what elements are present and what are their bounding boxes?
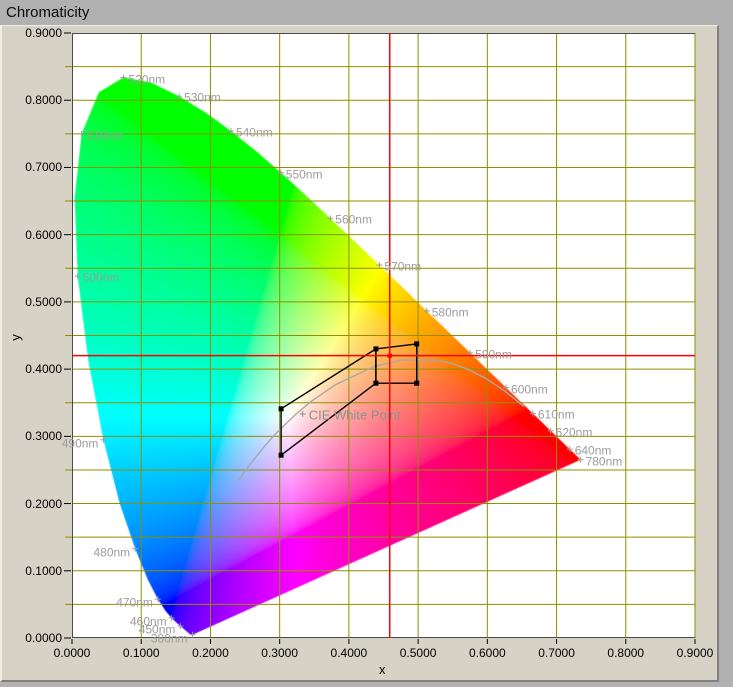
bin-vertex-handle[interactable] xyxy=(414,341,419,346)
wavelength-marker-icon xyxy=(169,615,175,621)
window-title: Chromaticity xyxy=(0,0,733,25)
wavelength-label: 500nm xyxy=(83,272,120,285)
wavelength-label: 590nm xyxy=(475,348,512,361)
wavelength-marker-icon xyxy=(79,131,85,137)
wavelength-label: 620nm xyxy=(556,426,593,439)
y-tick-label: 0.7000 xyxy=(2,160,62,174)
wavelength-label: 600nm xyxy=(511,383,548,396)
wavelength-marker-icon xyxy=(132,546,138,552)
wavelength-marker-icon xyxy=(100,437,106,443)
wavelength-label: 560nm xyxy=(335,214,372,227)
y-tick-label: 0.6000 xyxy=(2,228,62,242)
wavelength-marker-icon xyxy=(424,308,430,314)
wavelength-marker-icon xyxy=(177,623,183,629)
x-tick-label: 0.4000 xyxy=(317,646,381,660)
wavelength-label: 510nm xyxy=(87,129,124,142)
wavelength-marker-icon xyxy=(278,170,284,176)
wavelength-marker-icon xyxy=(120,75,126,81)
x-tick-label: 0.6000 xyxy=(455,646,519,660)
x-tick-label: 0.8000 xyxy=(594,646,658,660)
x-tick-label: 0.1000 xyxy=(109,646,173,660)
wavelength-label: 530nm xyxy=(184,92,221,105)
bin-vertex-handle[interactable] xyxy=(373,346,378,351)
bin-vertex-handle[interactable] xyxy=(414,381,419,386)
wavelength-label: 610nm xyxy=(538,409,575,422)
chromaticity-bin-region xyxy=(281,349,376,455)
bin-vertex-handle[interactable] xyxy=(279,406,284,411)
y-tick-label: 0.4000 xyxy=(2,362,62,376)
x-tick-label: 0.5000 xyxy=(386,646,450,660)
wavelength-label: 520nm xyxy=(128,73,165,86)
wavelength-marker-icon xyxy=(530,410,536,416)
x-tick-label: 0.7000 xyxy=(525,646,589,660)
wavelength-label: 480nm xyxy=(93,546,130,559)
bin-vertex-handle[interactable] xyxy=(373,381,378,386)
wavelength-marker-icon xyxy=(548,428,554,434)
bin-vertex-handle[interactable] xyxy=(279,453,284,458)
y-tick-label: 0.0000 xyxy=(2,631,62,645)
x-tick-label: 0.0000 xyxy=(40,646,104,660)
wavelength-marker-icon xyxy=(567,446,573,452)
plot-overlay xyxy=(72,33,695,638)
wavelength-label: 460nm xyxy=(130,616,167,629)
wavelength-marker-icon xyxy=(155,596,161,602)
y-tick-label: 0.1000 xyxy=(2,564,62,578)
wavelength-marker-icon xyxy=(190,632,196,638)
y-tick-label: 0.8000 xyxy=(2,93,62,107)
chromaticity-window: Chromaticity 380nm450nm460nm470nm480nm49… xyxy=(0,0,733,687)
x-tick-label: 0.9000 xyxy=(663,646,727,660)
wavelength-marker-icon xyxy=(75,273,81,279)
white-point-marker-icon xyxy=(300,411,306,417)
wavelength-label: 780nm xyxy=(586,455,623,468)
white-point-label: CIE White Point xyxy=(309,408,401,421)
chromaticity-plot-area[interactable]: 380nm450nm460nm470nm480nm490nm500nm510nm… xyxy=(72,33,695,638)
wavelength-label: 540nm xyxy=(236,126,273,139)
y-tick-label: 0.5000 xyxy=(2,295,62,309)
x-axis-label: x xyxy=(379,662,386,677)
wavelength-marker-icon xyxy=(376,262,382,268)
y-tick-label: 0.2000 xyxy=(2,497,62,511)
chromaticity-bin-region xyxy=(376,344,417,383)
wavelength-label: 470nm xyxy=(116,597,153,610)
wavelength-label: 490nm xyxy=(62,437,99,450)
y-tick-label: 0.3000 xyxy=(2,429,62,443)
wavelength-marker-icon xyxy=(176,93,182,99)
y-tick-label: 0.9000 xyxy=(2,26,62,40)
wavelength-label: 570nm xyxy=(384,261,421,274)
wavelength-marker-icon xyxy=(228,128,234,134)
x-tick-label: 0.3000 xyxy=(248,646,312,660)
wavelength-marker-icon xyxy=(327,215,333,221)
wavelength-label: 550nm xyxy=(286,168,323,181)
y-axis-label: y xyxy=(8,334,23,341)
measurement-point[interactable] xyxy=(387,353,392,358)
x-tick-label: 0.2000 xyxy=(178,646,242,660)
wavelength-label: 580nm xyxy=(432,306,469,319)
